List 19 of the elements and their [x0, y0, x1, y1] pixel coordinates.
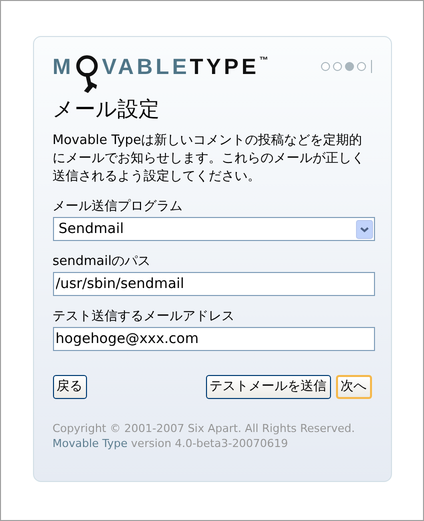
action-button[interactable]: 次へ: [336, 375, 372, 399]
product-link[interactable]: Movable Type: [52, 437, 128, 450]
copyright-text: Copyright © 2001-2007 Six Apart. All Rights Reserved.: [52, 421, 356, 436]
logo-text: VABLE: [102, 54, 190, 80]
intro-paragraph: Movable Typeは新しいコメントの投稿などを定期的にメールでお知らせします。これらのメールが正しく送信されるよう設定してください。: [52, 132, 366, 186]
logo-text: M: [52, 54, 74, 80]
version-text: Movable Type version 4.0-beta3-20070619: [52, 436, 290, 451]
page-title: メール設定: [52, 96, 160, 122]
program-select[interactable]: Sendmail: [52, 217, 374, 241]
action-button[interactable]: テストメールを送信: [206, 375, 330, 399]
text-field[interactable]: hogehoge@xxx.com: [52, 327, 374, 351]
field-label: sendmailのパス: [52, 253, 152, 270]
field-label: テスト送信するメールアドレス: [52, 308, 236, 325]
logo-text: TYPE: [190, 54, 260, 80]
field-label: メール送信プログラム: [52, 198, 184, 215]
dropdown-caret-icon: [356, 220, 372, 238]
action-button[interactable]: 戻る: [52, 375, 86, 399]
text-field[interactable]: /usr/sbin/sendmail: [52, 272, 374, 296]
trademark-mark: ™: [259, 54, 268, 66]
